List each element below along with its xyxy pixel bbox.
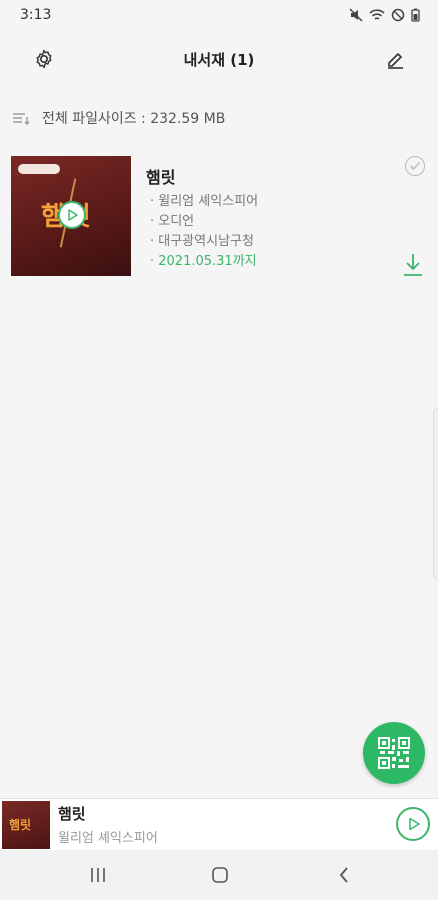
wifi-icon — [369, 9, 385, 20]
book-author: · 윌리엄 셰익스피어 — [150, 194, 259, 209]
book-due-date: · 2021.05.31까지 — [150, 254, 257, 269]
file-size-summary: 전체 파일사이즈 : 232.59 MB — [12, 104, 225, 132]
play-icon — [68, 209, 78, 221]
pencil-icon — [388, 53, 403, 69]
mini-player-title: 햄릿 — [58, 805, 86, 823]
sort-icon[interactable] — [12, 111, 30, 125]
list-item[interactable]: 햄릿 햄릿 · 윌리엄 셰익스피어 · 오디언 · 대구광역시남구청 · 202… — [0, 150, 438, 282]
mini-play-button[interactable] — [396, 807, 430, 841]
play-icon — [409, 817, 420, 831]
recents-button[interactable] — [86, 864, 110, 886]
play-button[interactable] — [58, 201, 86, 229]
mute-icon — [349, 8, 363, 22]
book-cover[interactable]: 햄릿 — [11, 156, 131, 276]
mini-player[interactable]: 햄릿 햄릿 윌리엄 셰익스피어 — [0, 798, 438, 850]
edit-button[interactable] — [382, 46, 408, 72]
gear-icon — [36, 49, 52, 69]
file-size-label: 전체 파일사이즈 : 232.59 MB — [42, 111, 226, 127]
home-button[interactable] — [208, 864, 232, 886]
status-icons — [349, 8, 420, 22]
download-icon — [404, 254, 422, 276]
settings-button[interactable] — [31, 46, 57, 72]
battery-icon — [411, 8, 420, 22]
page-title: 내서재 (1) — [183, 50, 255, 69]
recents-icon — [91, 868, 105, 882]
qr-code-icon — [378, 737, 410, 769]
system-nav-bar — [0, 850, 438, 900]
download-button[interactable] — [401, 252, 425, 278]
book-format: · 오디언 — [150, 214, 195, 229]
mini-player-author: 윌리엄 셰익스피어 — [58, 831, 158, 846]
mini-player-cover: 햄릿 — [2, 801, 50, 849]
app-header: 내서재 (1) — [0, 36, 438, 82]
mini-cover-title: 햄릿 — [9, 818, 32, 832]
book-title: 햄릿 — [146, 168, 176, 187]
select-checkbox[interactable] — [405, 156, 425, 176]
status-bar: 3:13 — [0, 0, 438, 30]
qr-scan-button[interactable] — [363, 722, 425, 784]
cover-tag — [18, 164, 60, 174]
dnd-icon — [391, 8, 405, 22]
back-button[interactable] — [332, 864, 356, 886]
book-library: · 대구광역시남구청 — [150, 234, 254, 249]
status-time: 3:13 — [20, 7, 52, 23]
edge-panel-handle[interactable] — [433, 408, 438, 580]
home-icon — [212, 867, 228, 883]
check-icon — [409, 161, 421, 171]
back-icon — [339, 867, 348, 883]
